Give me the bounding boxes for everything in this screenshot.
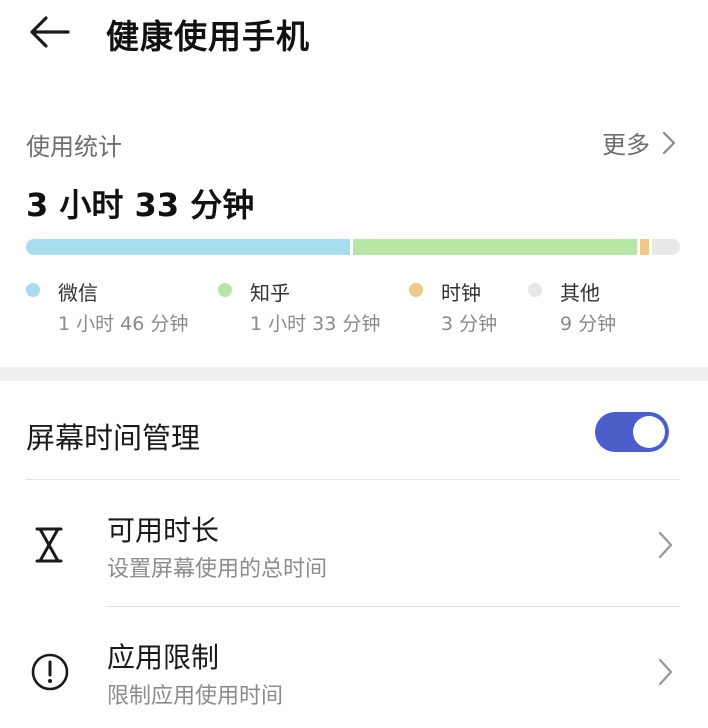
back-button[interactable] xyxy=(28,14,72,50)
usage-segment-clock xyxy=(640,239,650,255)
usage-legend: 微信 1 小时 46 分钟 知乎 1 小时 33 分钟 时钟 3 分钟 其他 9… xyxy=(26,277,686,337)
app-limits-row[interactable]: 应用限制 限制应用使用时间 xyxy=(0,608,708,728)
usage-bar xyxy=(26,239,680,255)
item-subtitle: 设置屏幕使用的总时间 xyxy=(107,557,328,582)
legend-app-name: 微信 xyxy=(58,281,98,305)
usage-section-label: 使用统计 xyxy=(26,133,122,161)
screen-time-toggle[interactable] xyxy=(595,412,669,452)
hourglass-icon xyxy=(27,523,71,567)
usage-segment-zhihu xyxy=(353,239,638,255)
legend-app-name: 其他 xyxy=(560,281,600,305)
more-label: 更多 xyxy=(602,131,650,159)
divider xyxy=(26,479,680,480)
item-subtitle: 限制应用使用时间 xyxy=(107,684,284,709)
section-divider xyxy=(0,367,708,381)
legend-dot xyxy=(218,283,232,297)
arrow-left-icon xyxy=(30,16,70,48)
chevron-right-icon xyxy=(656,656,676,688)
more-link[interactable]: 更多 xyxy=(602,125,676,160)
legend-app-time: 9 分钟 xyxy=(560,313,617,335)
legend-app-time: 1 小时 33 分钟 xyxy=(250,313,381,335)
usage-segment-wechat xyxy=(26,239,351,255)
available-duration-row[interactable]: 可用时长 设置屏幕使用的总时间 xyxy=(0,481,708,607)
screen-time-management-label: 屏幕时间管理 xyxy=(26,421,201,455)
alert-circle-icon xyxy=(28,650,72,694)
legend-app-time: 3 分钟 xyxy=(441,313,498,335)
item-title: 应用限制 xyxy=(107,641,220,674)
legend-app-time: 1 小时 46 分钟 xyxy=(58,313,189,335)
total-usage-time: 3 小时 33 分钟 xyxy=(26,186,255,224)
divider xyxy=(106,606,680,607)
chevron-right-icon xyxy=(662,131,676,154)
page-title: 健康使用手机 xyxy=(106,17,310,56)
item-title: 可用时长 xyxy=(107,514,220,547)
legend-app-name: 时钟 xyxy=(441,281,481,305)
chevron-right-icon xyxy=(656,529,676,561)
legend-dot xyxy=(409,283,423,297)
legend-dot xyxy=(26,283,40,297)
legend-app-name: 知乎 xyxy=(250,281,290,305)
legend-dot xyxy=(528,283,542,297)
usage-segment-other xyxy=(652,239,680,255)
toggle-knob xyxy=(633,416,665,448)
